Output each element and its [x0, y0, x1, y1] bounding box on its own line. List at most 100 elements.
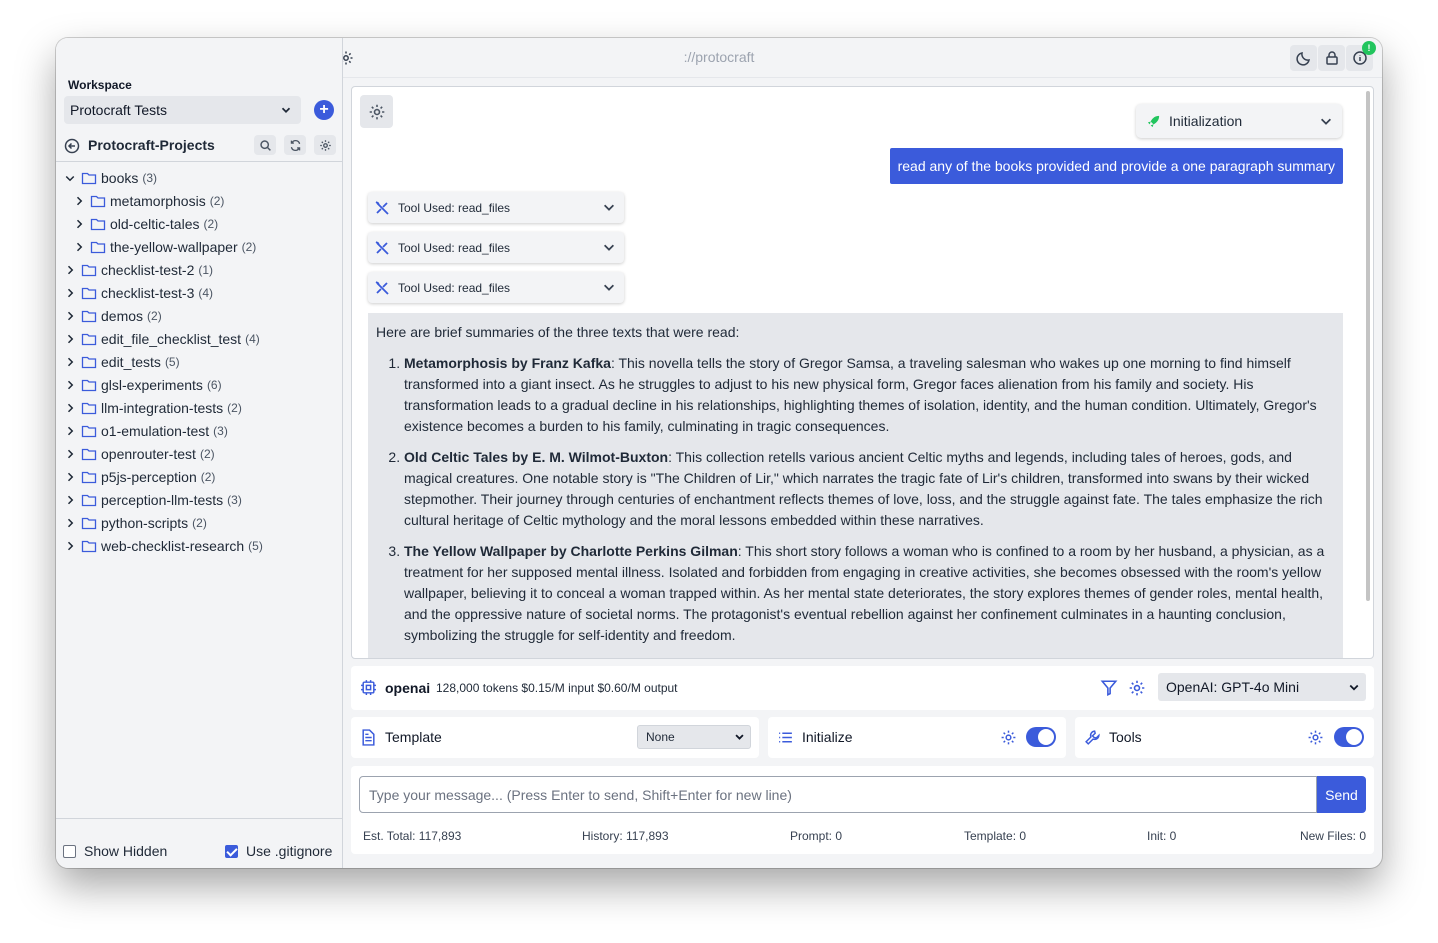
chevron-right-icon[interactable] — [73, 218, 85, 230]
gear-icon[interactable] — [1128, 679, 1146, 697]
tree-item[interactable]: metamorphosis (2) — [73, 190, 224, 212]
workspace-select[interactable]: Protocraft Tests — [64, 96, 301, 124]
use-gitignore-label: Use .gitignore — [246, 843, 333, 859]
project-settings-button[interactable] — [314, 135, 336, 155]
chat-settings-button[interactable] — [360, 95, 393, 128]
tree-item-count: (3) — [227, 493, 242, 507]
sidebar-footer: Show Hidden Use .gitignore — [56, 818, 343, 868]
chevron-right-icon[interactable] — [64, 333, 76, 345]
tree-item[interactable]: edit_tests (5) — [64, 351, 180, 373]
tree-item[interactable]: books (3) — [64, 167, 157, 189]
tools-panel: Tools — [1075, 717, 1374, 758]
assistant-reply: Here are brief summaries of the three te… — [368, 313, 1343, 658]
lock-button[interactable] — [1318, 45, 1345, 71]
model-select[interactable]: OpenAI: GPT-4o Mini — [1158, 673, 1366, 701]
add-workspace-button[interactable]: + — [314, 100, 334, 120]
tree-item-count: (1) — [198, 263, 214, 277]
show-hidden-box[interactable] — [63, 844, 76, 858]
tree-item-name: checklist-test-2 — [101, 262, 195, 278]
initialize-toggle[interactable] — [1026, 727, 1056, 747]
reply-item: The Yellow Wallpaper by Charlotte Perkin… — [404, 541, 1335, 646]
back-arrow-icon[interactable] — [64, 138, 80, 154]
est-prompt: Prompt: 0 — [790, 829, 843, 843]
gear-icon[interactable] — [1307, 729, 1324, 746]
chevron-right-icon[interactable] — [64, 425, 76, 437]
tree-item[interactable]: checklist-test-3 (4) — [64, 282, 213, 304]
tree-item[interactable]: web-checklist-research (5) — [64, 535, 263, 557]
tree-item[interactable]: the-yellow-wallpaper (2) — [73, 236, 256, 258]
refresh-button[interactable] — [284, 135, 306, 155]
tree-item[interactable]: edit_file_checklist_test (4) — [64, 328, 260, 350]
tree-item[interactable]: glsl-experiments (6) — [64, 374, 222, 396]
theme-toggle-button[interactable] — [1290, 45, 1317, 71]
workspace-selected: Protocraft Tests — [70, 102, 168, 118]
send-button[interactable]: Send — [1317, 776, 1366, 813]
mode-dropdown[interactable]: Initialization — [1136, 104, 1342, 138]
tree-item[interactable]: old-celtic-tales (2) — [73, 213, 218, 235]
tool-used-card[interactable]: Tool Used: read_files — [368, 192, 624, 223]
filter-icon[interactable] — [1100, 679, 1118, 697]
chat-scrollbar[interactable] — [1366, 91, 1370, 601]
tree-item[interactable]: perception-llm-tests (3) — [64, 489, 242, 511]
chevron-down-icon[interactable] — [64, 172, 76, 184]
tool-used-label: Tool Used: read_files — [398, 240, 511, 255]
chevron-right-icon[interactable] — [64, 287, 76, 299]
tree-item-name: metamorphosis — [110, 193, 206, 209]
chevron-right-icon[interactable] — [64, 448, 76, 460]
message-input[interactable]: Type your message... (Press Enter to sen… — [359, 776, 1317, 813]
show-hidden-checkbox[interactable]: Show Hidden — [63, 843, 167, 859]
folder-icon — [81, 310, 97, 323]
chevron-right-icon[interactable] — [64, 264, 76, 276]
model-bar: openai 128,000 tokens $0.15/M input $0.6… — [351, 666, 1374, 710]
tool-used-card[interactable]: Tool Used: read_files — [368, 272, 624, 303]
folder-icon — [90, 241, 106, 254]
chevron-right-icon[interactable] — [64, 517, 76, 529]
chip-icon — [361, 680, 376, 695]
chevron-right-icon[interactable] — [64, 356, 76, 368]
chevron-right-icon[interactable] — [64, 471, 76, 483]
chevron-right-icon[interactable] — [73, 195, 85, 207]
tree-item[interactable]: p5js-perception (2) — [64, 466, 215, 488]
folder-icon — [81, 517, 97, 530]
show-hidden-label: Show Hidden — [84, 843, 168, 859]
template-panel: Template None — [351, 717, 759, 758]
chevron-right-icon[interactable] — [73, 241, 85, 253]
chevron-right-icon[interactable] — [64, 402, 76, 414]
tree-item[interactable]: checklist-test-2 (1) — [64, 259, 213, 281]
tree-item-count: (3) — [213, 424, 228, 438]
tree-item[interactable]: o1-emulation-test (3) — [64, 420, 228, 442]
tree-item[interactable]: llm-integration-tests (2) — [64, 397, 242, 419]
model-stats: 128,000 tokens $0.15/M input $0.60/M out… — [436, 681, 678, 695]
refresh-icon — [290, 139, 300, 151]
tools-toggle[interactable] — [1334, 727, 1364, 747]
chevron-right-icon[interactable] — [64, 310, 76, 322]
tree-item-count: (2) — [209, 194, 225, 208]
template-select[interactable]: None — [637, 725, 751, 749]
tree-item[interactable]: openrouter-test (2) — [64, 443, 215, 465]
tree-item-name: demos — [101, 308, 144, 324]
chevron-down-icon — [604, 204, 614, 211]
search-icon — [259, 139, 271, 151]
tree-item[interactable]: demos (2) — [64, 305, 162, 327]
chevron-right-icon[interactable] — [64, 494, 76, 506]
composer: Type your message... (Press Enter to sen… — [351, 766, 1374, 854]
model-selected: OpenAI: GPT-4o Mini — [1166, 679, 1300, 695]
chevron-right-icon[interactable] — [64, 379, 76, 391]
workspace-label: Workspace — [68, 78, 132, 92]
tools-icon — [375, 280, 389, 295]
tree-item-name: the-yellow-wallpaper — [110, 239, 238, 255]
tree-item-name: llm-integration-tests — [101, 400, 224, 416]
tree-item[interactable]: python-scripts (2) — [64, 512, 207, 534]
tree-item-count: (2) — [199, 447, 215, 461]
gear-icon[interactable] — [1000, 729, 1017, 746]
tree-item-name: openrouter-test — [101, 446, 196, 462]
reply-item-title: The Yellow Wallpaper by Charlotte Perkin… — [404, 543, 738, 559]
tools-icon — [375, 200, 389, 215]
search-files-button[interactable] — [254, 135, 276, 155]
tree-item-name: edit_tests — [101, 354, 161, 370]
use-gitignore-checkbox[interactable]: Use .gitignore — [225, 843, 332, 859]
tool-used-card[interactable]: Tool Used: read_files — [368, 232, 624, 263]
chevron-right-icon[interactable] — [64, 540, 76, 552]
folder-icon — [81, 402, 97, 415]
use-gitignore-box[interactable] — [225, 844, 238, 858]
